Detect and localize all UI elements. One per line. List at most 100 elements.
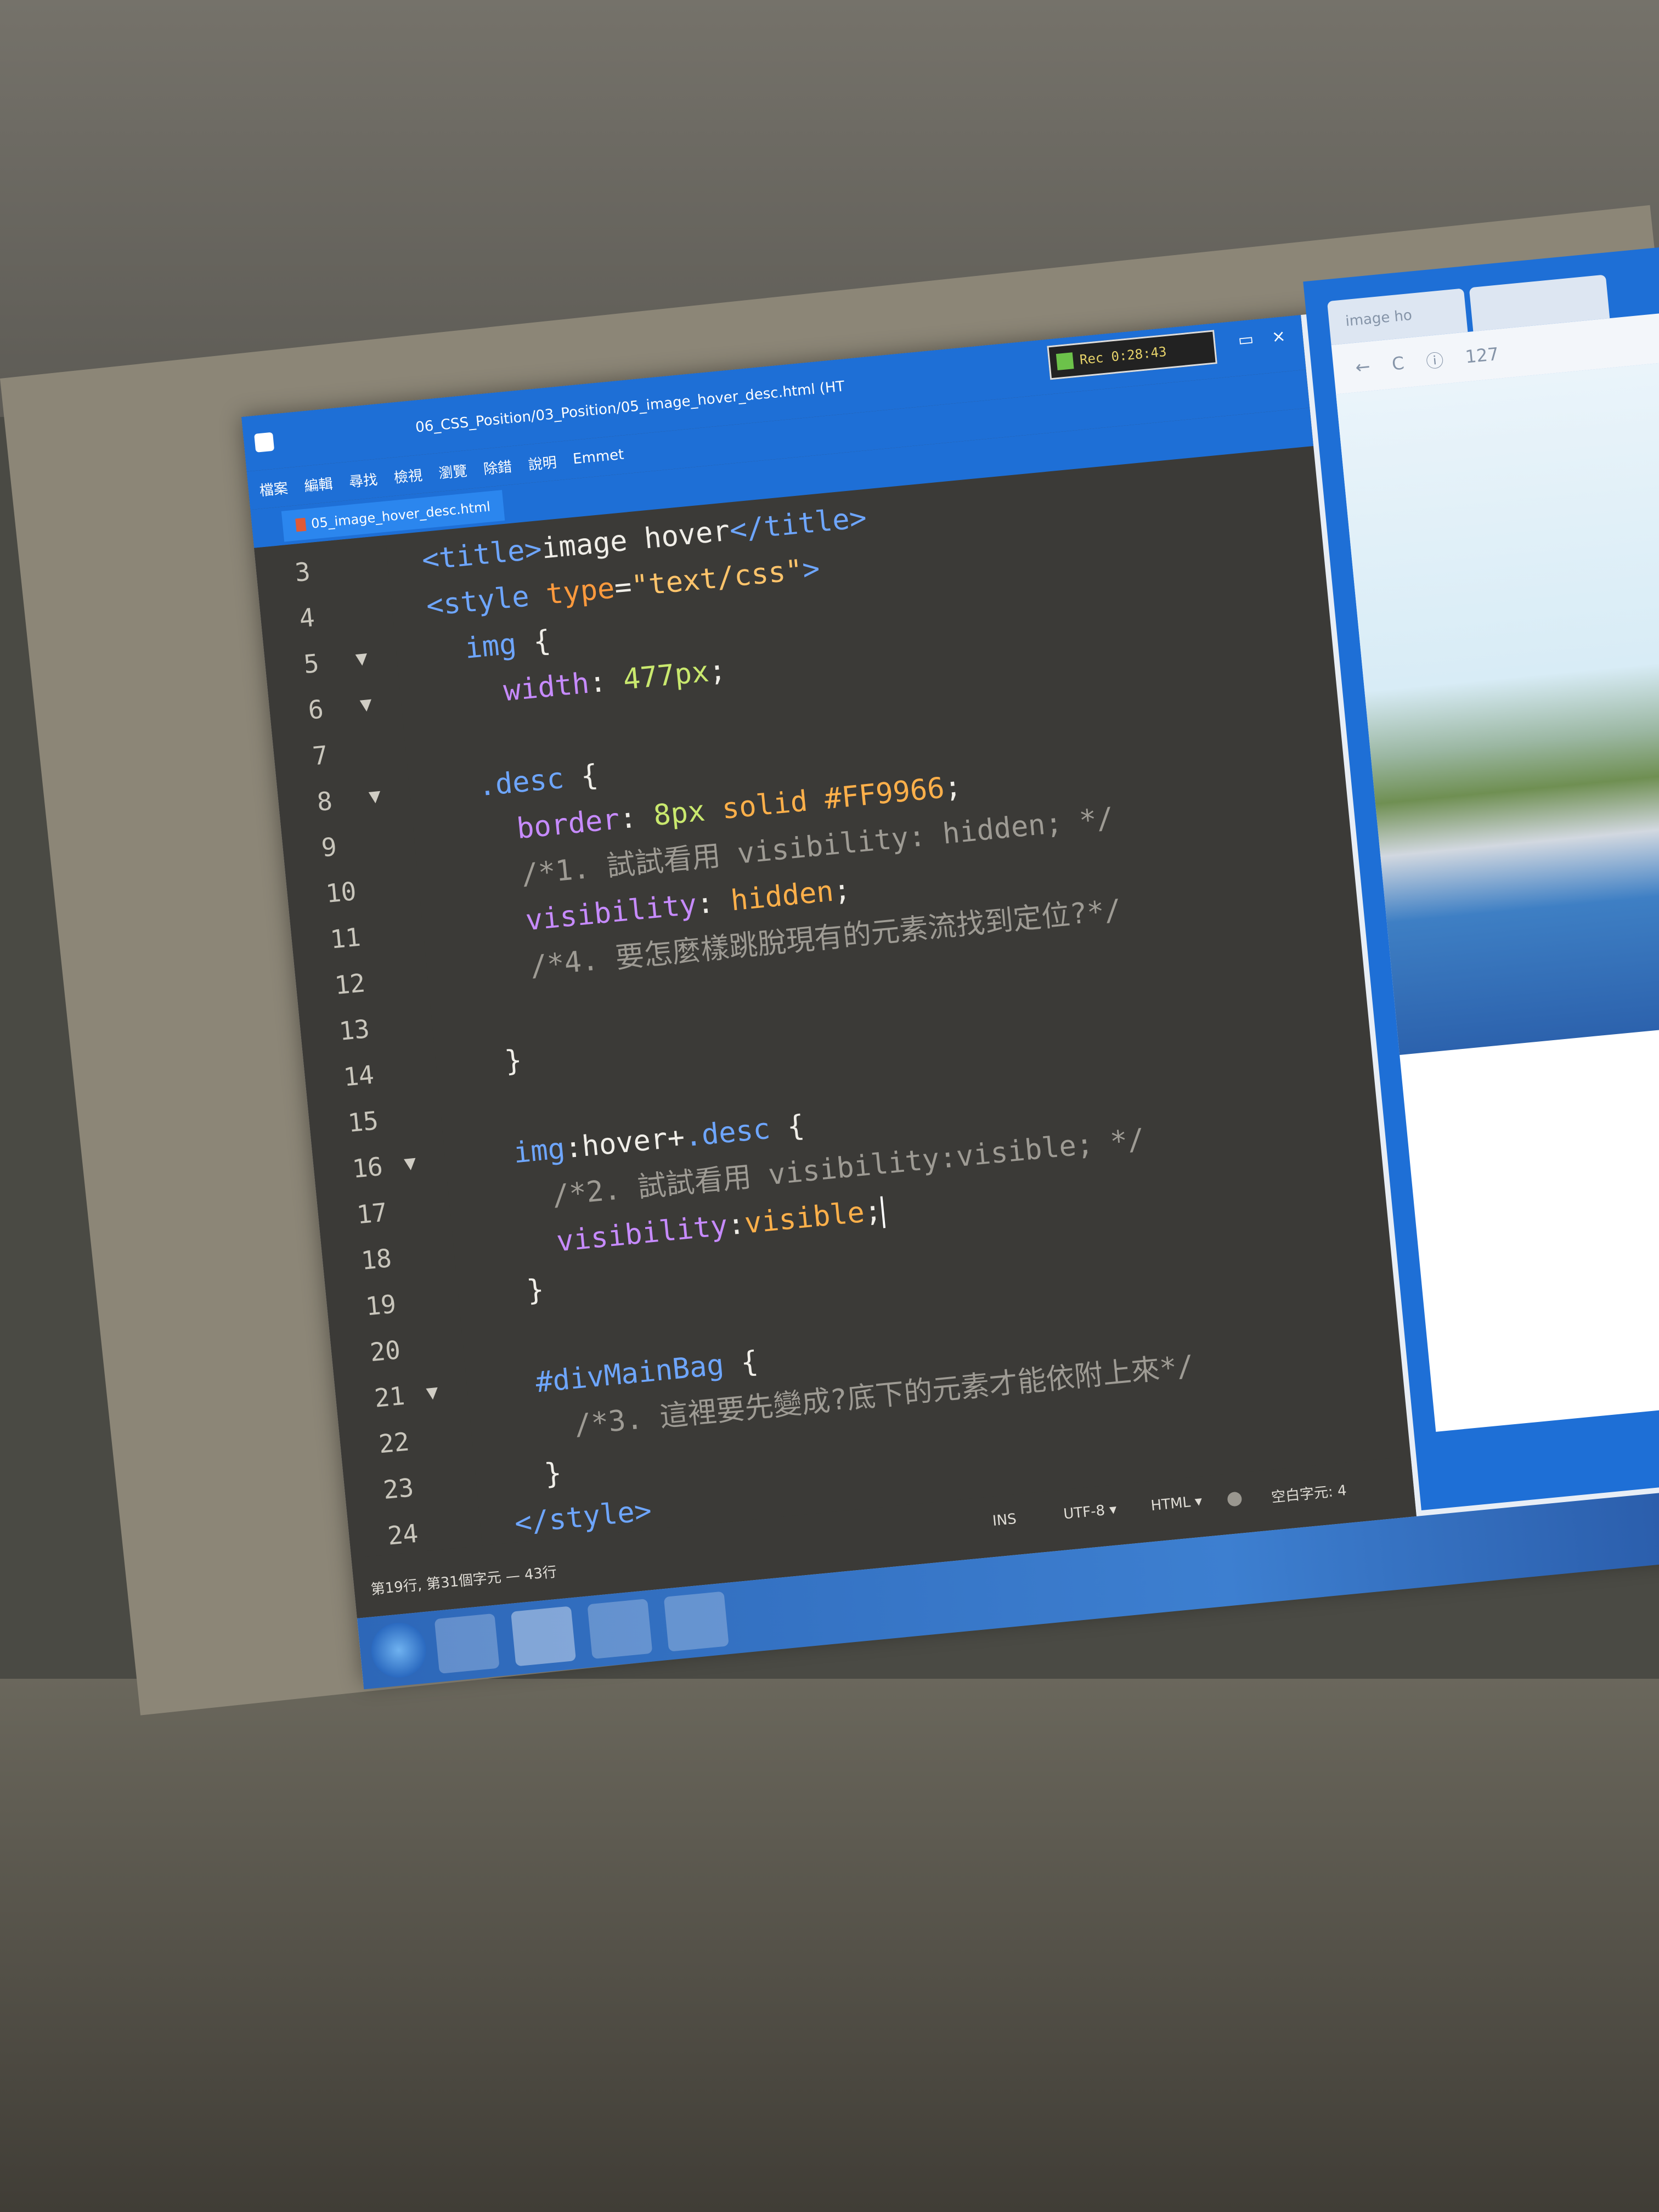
code-token: } bbox=[475, 1457, 563, 1498]
encoding-select[interactable]: UTF-8 ▾ bbox=[1063, 1501, 1118, 1522]
line-number: 23 bbox=[382, 1472, 415, 1505]
taskbar-app-icon[interactable] bbox=[663, 1591, 729, 1652]
menu-view[interactable]: 檢視 bbox=[393, 464, 424, 487]
menu-navigate[interactable]: 瀏覽 bbox=[438, 460, 468, 483]
code-token: { bbox=[768, 1109, 806, 1146]
code-token: img bbox=[463, 628, 518, 665]
code-token: : bbox=[587, 663, 625, 700]
info-icon[interactable]: ⓘ bbox=[1425, 347, 1445, 374]
close-button[interactable]: × bbox=[1267, 325, 1291, 349]
code-token: { bbox=[722, 1345, 760, 1381]
back-icon[interactable]: ← bbox=[1355, 356, 1371, 377]
line-number: 18 bbox=[359, 1243, 393, 1276]
menu-emmet[interactable]: Emmet bbox=[572, 447, 625, 468]
cursor-position: 第19行, 第31個字元 — 43行 bbox=[370, 1564, 558, 1599]
start-orb-icon[interactable] bbox=[369, 1620, 429, 1680]
brackets-icon[interactable] bbox=[511, 1606, 577, 1667]
line-number: 10 bbox=[324, 876, 358, 909]
code-token: width bbox=[502, 667, 591, 708]
app-icon bbox=[254, 432, 275, 453]
line-number: 7 bbox=[311, 740, 330, 771]
language-mode-select[interactable]: HTML ▾ bbox=[1150, 1493, 1203, 1514]
line-number: 4 bbox=[298, 602, 316, 634]
line-number: 14 bbox=[342, 1059, 375, 1092]
code-line[interactable]: } bbox=[474, 1450, 564, 1504]
code-token: border bbox=[515, 803, 622, 846]
code-token: "text/css" bbox=[630, 554, 804, 603]
code-token: } bbox=[456, 1273, 546, 1314]
code-token: : bbox=[695, 884, 733, 921]
line-number: 13 bbox=[337, 1013, 371, 1046]
lake-photo[interactable] bbox=[1336, 359, 1659, 1056]
line-number: 15 bbox=[346, 1105, 380, 1138]
recording-widget[interactable]: Rec 0:28:43 bbox=[1047, 330, 1217, 380]
code-token: .desc bbox=[682, 1112, 772, 1154]
code-token: ; bbox=[943, 770, 963, 805]
code-token: > bbox=[801, 552, 821, 587]
maximize-button[interactable]: ▭ bbox=[1234, 328, 1258, 352]
code-token: : bbox=[618, 799, 656, 836]
projected-desktop: 06_CSS_Position/03_Position/05_image_hov… bbox=[241, 245, 1659, 1690]
code-token: { bbox=[515, 624, 552, 661]
menu-find[interactable]: 尋找 bbox=[348, 468, 379, 491]
insert-mode[interactable]: INS bbox=[992, 1511, 1017, 1530]
code-token: <style bbox=[425, 578, 548, 623]
code-token: #FF9966 bbox=[823, 771, 946, 816]
line-number: 17 bbox=[355, 1197, 389, 1230]
code-editor-window: 06_CSS_Position/03_Position/05_image_hov… bbox=[241, 315, 1417, 1618]
file-icon bbox=[295, 517, 307, 532]
code-token: .desc bbox=[476, 761, 566, 803]
line-number: 9 bbox=[320, 832, 338, 863]
address-bar[interactable]: 127 bbox=[1464, 343, 1499, 368]
reload-icon[interactable]: C bbox=[1391, 352, 1405, 374]
code-token: img bbox=[512, 1132, 567, 1170]
line-number: 3 bbox=[294, 556, 312, 588]
record-icon bbox=[1056, 352, 1074, 371]
indent-spaces[interactable]: 空白字元: 4 bbox=[1270, 1479, 1347, 1506]
code-token: :hover+ bbox=[563, 1120, 686, 1165]
line-number: 19 bbox=[364, 1289, 398, 1322]
code-area[interactable]: <title>image hover</title> <style type="… bbox=[385, 448, 1395, 1589]
line-number: 11 bbox=[329, 922, 362, 955]
code-token: ; bbox=[707, 653, 728, 689]
code-token: <title> bbox=[420, 532, 544, 577]
menu-debug[interactable]: 除錯 bbox=[482, 455, 513, 478]
line-number: 12 bbox=[333, 968, 366, 1001]
code-token: 477px bbox=[622, 655, 710, 697]
menu-file[interactable]: 檔案 bbox=[258, 477, 289, 500]
code-token: type bbox=[544, 572, 616, 612]
code-token: visibility bbox=[555, 1209, 730, 1259]
code-token: ; bbox=[832, 873, 853, 908]
menu-edit[interactable]: 編輯 bbox=[303, 472, 334, 495]
room-floor bbox=[0, 1679, 1659, 2212]
code-token: } bbox=[435, 1043, 524, 1085]
line-number: 20 bbox=[368, 1335, 402, 1368]
code-token: hidden bbox=[729, 874, 836, 918]
menu-help[interactable]: 說明 bbox=[527, 451, 557, 474]
explorer-icon[interactable] bbox=[434, 1613, 500, 1674]
code-token: { bbox=[562, 758, 600, 795]
code-line[interactable]: } bbox=[434, 1037, 524, 1092]
chrome-icon[interactable] bbox=[587, 1599, 653, 1660]
linter-status-icon[interactable] bbox=[1227, 1491, 1243, 1507]
code-line[interactable]: } bbox=[456, 1267, 546, 1321]
code-token: </title> bbox=[728, 501, 868, 548]
code-token: 8px bbox=[652, 794, 707, 833]
recording-timer: Rec 0:28:43 bbox=[1079, 343, 1167, 368]
code-token: solid bbox=[703, 783, 826, 828]
